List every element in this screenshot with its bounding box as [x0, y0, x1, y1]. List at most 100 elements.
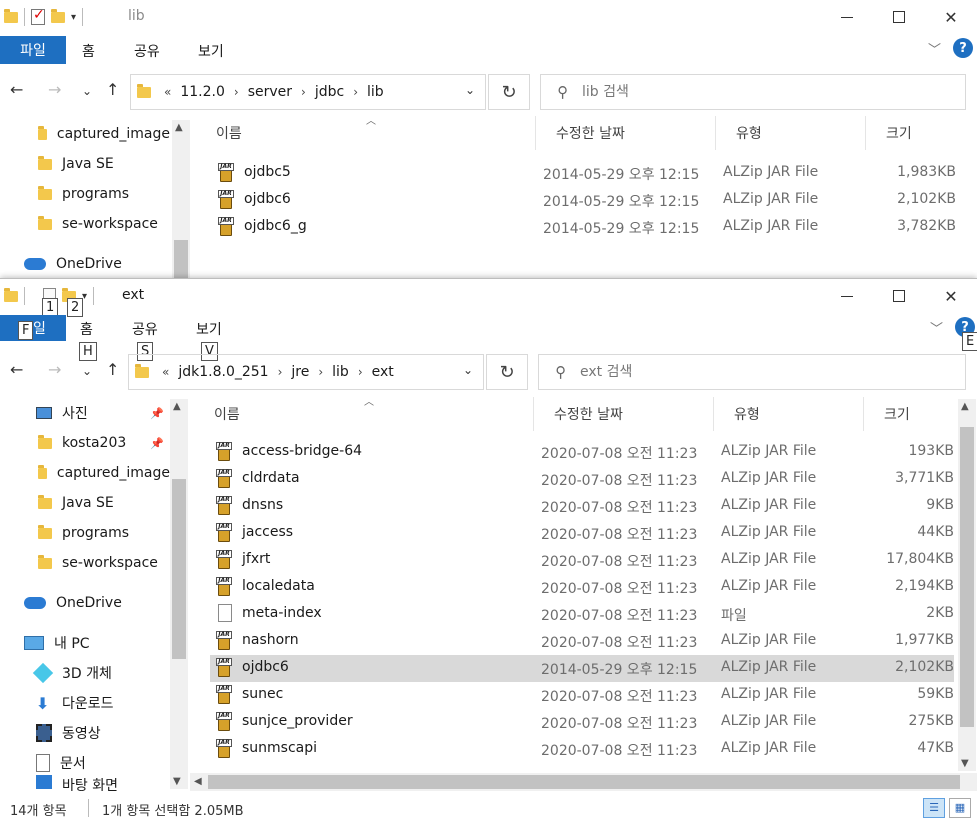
up-arrow-icon[interactable]: ↑ [106, 360, 119, 379]
nav-item-captured-image[interactable]: captured_image [0, 120, 170, 148]
column-header-name[interactable]: 이름 [194, 397, 534, 431]
search-input[interactable] [582, 84, 922, 100]
breadcrumb-overflow[interactable]: « [161, 85, 174, 99]
chevron-right-icon[interactable]: › [231, 85, 242, 99]
maximize-button[interactable] [873, 279, 925, 313]
scrollbar-thumb[interactable] [172, 479, 186, 659]
breadcrumb-overflow[interactable]: « [159, 365, 172, 379]
breadcrumb-item[interactable]: jdbc [309, 84, 350, 100]
up-arrow-icon[interactable]: ↑ [106, 80, 119, 99]
tab-share[interactable]: 공유 [134, 41, 160, 61]
breadcrumb-item[interactable]: lib [361, 84, 390, 100]
table-row[interactable]: JAR ojdbc6 2014-05-29 오후 12:15 ALZip JAR Fi… [210, 655, 954, 682]
scroll-down-icon[interactable]: ▼ [961, 758, 969, 769]
scrollbar-thumb[interactable] [174, 240, 188, 278]
table-row[interactable]: JAR sunec 2020-07-08 오전 11:23 ALZip JAR Fil… [210, 682, 954, 709]
refresh-button[interactable]: ↻ [488, 74, 530, 110]
minimize-button[interactable] [821, 0, 873, 34]
chevron-right-icon[interactable]: › [298, 85, 309, 99]
scroll-left-icon[interactable]: ◀ [194, 776, 202, 787]
chevron-right-icon[interactable]: › [355, 365, 366, 379]
horizontal-scrollbar[interactable]: ◀ [190, 773, 977, 791]
forward-arrow-icon[interactable]: → [48, 360, 61, 379]
chevron-down-icon[interactable]: ﹀ [928, 39, 941, 58]
table-row[interactable]: JAR dnsns 2020-07-08 오전 11:23 ALZip JAR Fil… [210, 493, 954, 520]
column-header-date[interactable]: 수정한 날짜 [534, 397, 714, 431]
table-row[interactable]: JAR sunmscapi 2020-07-08 오전 11:23 ALZip JAR… [210, 736, 954, 763]
nav-item-downloads[interactable]: ⬇ 다운로드 [0, 689, 170, 717]
breadcrumb-item[interactable]: jdk1.8.0_251 [172, 364, 274, 380]
nav-item-desktop[interactable]: 바탕 화면 [0, 775, 170, 791]
table-row[interactable]: JAR ojdbc5 2014-05-29 오후 12:15 ALZip JAR… [212, 160, 956, 187]
nav-item-videos[interactable]: 동영상 [0, 719, 170, 747]
minimize-button[interactable] [821, 279, 873, 313]
nav-scrollbar[interactable]: ▲ ▼ [170, 399, 188, 789]
address-dropdown-icon[interactable]: ⌄ [463, 363, 473, 377]
scroll-down-icon[interactable]: ▼ [173, 776, 181, 787]
table-row[interactable]: JAR ojdbc6_g 2014-05-29 오후 12:15 ALZip J… [212, 214, 956, 241]
tab-home[interactable]: 홈 [82, 41, 95, 61]
column-header-size[interactable]: 크기 [864, 397, 958, 431]
table-row[interactable]: JAR sunjce_provider 2020-07-08 오전 11:23 ALZ… [210, 709, 954, 736]
nav-item-kosta203[interactable]: kosta203 📌 [0, 429, 170, 457]
nav-item-captured-image[interactable]: captured_image [0, 459, 170, 487]
qat-dropdown-icon[interactable]: ▾ [71, 12, 76, 23]
table-row[interactable]: JAR nashorn 2020-07-08 오전 11:23 ALZip JAR F… [210, 628, 954, 655]
scroll-up-icon[interactable]: ▲ [173, 401, 181, 412]
chevron-right-icon[interactable]: › [350, 85, 361, 99]
address-dropdown-icon[interactable]: ⌄ [465, 83, 475, 97]
recent-chevron-icon[interactable]: ⌄ [82, 364, 92, 378]
search-input[interactable] [580, 364, 920, 380]
column-header-size[interactable]: 크기 [866, 116, 976, 150]
nav-scrollbar[interactable]: ▲ [172, 120, 190, 278]
large-icons-view-icon[interactable]: ▦ [949, 798, 971, 818]
table-row[interactable]: JAR jaccess 2020-07-08 오전 11:23 ALZip JAR F… [210, 520, 954, 547]
nav-item-se-workspace[interactable]: se-workspace [0, 210, 170, 238]
new-folder-icon[interactable] [51, 8, 65, 23]
table-row[interactable]: JAR ojdbc6 2014-05-29 오후 12:15 ALZip JAR… [212, 187, 956, 214]
column-header-name[interactable]: 이름 [196, 116, 536, 150]
back-arrow-icon[interactable]: ← [10, 360, 23, 379]
address-bar[interactable]: « jdk1.8.0_251 › jre › lib › ext ⌄ [128, 354, 484, 390]
nav-item-documents[interactable]: 문서 [0, 749, 170, 777]
chevron-down-icon[interactable]: ﹀ [930, 318, 943, 337]
tab-share[interactable]: 공유 [132, 319, 158, 339]
nav-item-3d-objects[interactable]: 3D 개체 [0, 659, 170, 687]
table-row[interactable]: JAR cldrdata 2020-07-08 오전 11:23 ALZip JAR … [210, 466, 954, 493]
column-header-type[interactable]: 유형 [714, 397, 864, 431]
column-header-date[interactable]: 수정한 날짜 [536, 116, 716, 150]
tab-home[interactable]: 홈 [80, 319, 93, 339]
column-header-type[interactable]: 유형 [716, 116, 866, 150]
pin-icon[interactable]: 📌 [150, 437, 164, 450]
search-box[interactable]: ⚲ [540, 74, 966, 110]
chevron-right-icon[interactable]: › [275, 365, 286, 379]
table-row[interactable]: JAR jfxrt 2020-07-08 오전 11:23 ALZip JAR Fil… [210, 547, 954, 574]
nav-item-java-se[interactable]: Java SE [0, 489, 170, 517]
tab-file[interactable]: 파일 [0, 36, 66, 64]
forward-arrow-icon[interactable]: → [48, 80, 61, 99]
tab-view[interactable]: 보기 [196, 319, 222, 339]
table-row[interactable]: JAR access-bridge-64 2020-07-08 오전 11:23 AL… [210, 439, 954, 466]
pin-icon[interactable]: 📌 [150, 407, 164, 420]
list-scrollbar[interactable]: ▲ ▼ [958, 399, 976, 771]
nav-item-this-pc[interactable]: 내 PC [0, 629, 170, 657]
properties-check-icon[interactable] [31, 7, 45, 25]
details-view-icon[interactable]: ☰ [923, 798, 945, 818]
nav-item-java-se[interactable]: Java SE [0, 150, 170, 178]
search-box[interactable]: ⚲ [538, 354, 966, 390]
scrollbar-thumb[interactable] [960, 427, 974, 727]
tab-view[interactable]: 보기 [198, 41, 224, 61]
nav-item-pictures[interactable]: 사진 📌 [0, 399, 170, 427]
nav-item-se-workspace[interactable]: se-workspace [0, 549, 170, 577]
refresh-button[interactable]: ↻ [486, 354, 528, 390]
close-button[interactable]: ✕ [925, 279, 977, 313]
maximize-button[interactable] [873, 0, 925, 34]
breadcrumb-item[interactable]: server [242, 84, 298, 100]
table-row[interactable]: meta-index 2020-07-08 오전 11:23 파일 2KB [210, 601, 954, 628]
table-row[interactable]: JAR localedata 2020-07-08 오전 11:23 ALZip JA… [210, 574, 954, 601]
scrollbar-thumb[interactable] [208, 775, 960, 789]
breadcrumb-item[interactable]: lib [326, 364, 355, 380]
chevron-right-icon[interactable]: › [315, 365, 326, 379]
back-arrow-icon[interactable]: ← [10, 80, 23, 99]
close-button[interactable]: ✕ [925, 0, 977, 34]
